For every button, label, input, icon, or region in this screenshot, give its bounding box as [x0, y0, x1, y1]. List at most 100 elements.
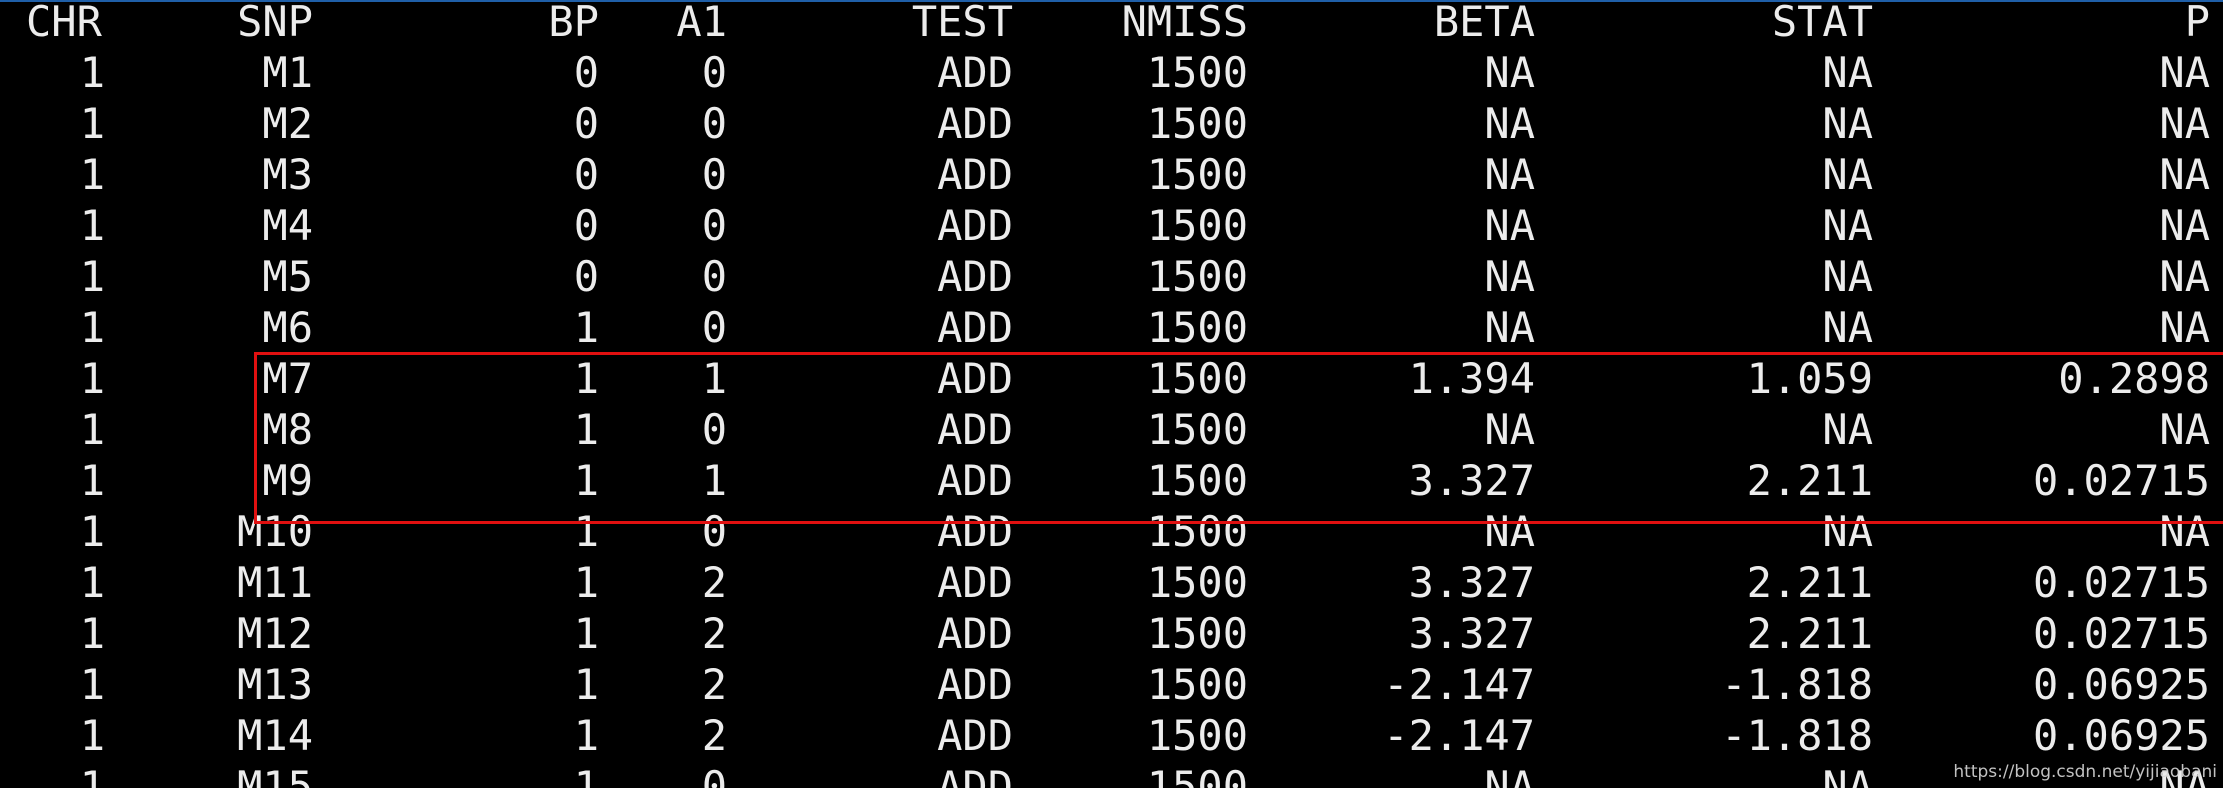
cell-a1: 1 [701, 354, 727, 403]
cell-stat: -1.818 [1721, 660, 1873, 709]
cell-test: ADD [937, 456, 1013, 505]
cell-p: 0.06925 [2032, 711, 2210, 760]
cell-beta: NA [1484, 150, 1535, 199]
cell-chr: 1 [79, 99, 105, 148]
table-row: 1 M5 0 0 ADD 1500 NA NA NA [0, 251, 2223, 302]
cell-nmiss: 1500 [1146, 660, 1248, 709]
cell-nmiss: 1500 [1146, 405, 1248, 454]
cell-chr: 1 [79, 150, 105, 199]
table-row: 1 M7 1 1 ADD 1500 1.394 1.059 0.2898 [0, 353, 2223, 404]
cell-nmiss: 1500 [1146, 99, 1248, 148]
header-snp: SNP [237, 0, 313, 46]
cell-chr: 1 [79, 507, 105, 556]
cell-snp: M2 [262, 99, 313, 148]
cell-snp: M3 [262, 150, 313, 199]
cell-snp: M7 [262, 354, 313, 403]
cell-chr: 1 [79, 303, 105, 352]
cell-stat: NA [1822, 201, 1873, 250]
terminal-output[interactable]: CHR SNP BP A1 TEST NMISS BETA STAT P 1 M1… [0, 0, 2223, 788]
cell-beta: 3.327 [1408, 558, 1535, 607]
cell-test: ADD [937, 48, 1013, 97]
cell-snp: M12 [237, 609, 313, 658]
cell-nmiss: 1500 [1146, 303, 1248, 352]
cell-chr: 1 [79, 558, 105, 607]
cell-test: ADD [937, 354, 1013, 403]
cell-a1: 0 [701, 252, 727, 301]
cell-chr: 1 [79, 252, 105, 301]
cell-test: ADD [937, 201, 1013, 250]
cell-a1: 0 [701, 405, 727, 454]
cell-beta: NA [1484, 99, 1535, 148]
cell-beta: NA [1484, 405, 1535, 454]
cell-bp: 1 [573, 762, 599, 788]
cell-p: NA [2159, 303, 2210, 352]
cell-stat: NA [1822, 303, 1873, 352]
header-p: P [2184, 0, 2210, 46]
cell-test: ADD [937, 252, 1013, 301]
cell-bp: 0 [573, 201, 599, 250]
cell-beta: NA [1484, 507, 1535, 556]
cell-stat: NA [1822, 762, 1873, 788]
cell-test: ADD [937, 150, 1013, 199]
cell-test: ADD [937, 558, 1013, 607]
cell-beta: NA [1484, 762, 1535, 788]
cell-a1: 2 [701, 609, 727, 658]
cell-p: NA [2159, 507, 2210, 556]
cell-chr: 1 [79, 405, 105, 454]
cell-stat: NA [1822, 405, 1873, 454]
table-row: 1 M11 1 2 ADD 1500 3.327 2.211 0.02715 [0, 557, 2223, 608]
cell-bp: 1 [573, 660, 599, 709]
cell-a1: 0 [701, 303, 727, 352]
table-row: 1 M15 1 0 ADD 1500 NA NA NA [0, 761, 2223, 788]
cell-nmiss: 1500 [1146, 354, 1248, 403]
cell-snp: M10 [237, 507, 313, 556]
cell-stat: 2.211 [1746, 609, 1873, 658]
cell-beta: 3.327 [1408, 609, 1535, 658]
cell-stat: 1.059 [1746, 354, 1873, 403]
table-row: 1 M13 1 2 ADD 1500 -2.147 -1.818 0.06925 [0, 659, 2223, 710]
header-beta: BETA [1433, 0, 1535, 46]
cell-bp: 0 [573, 150, 599, 199]
cell-a1: 0 [701, 507, 727, 556]
cell-bp: 1 [573, 456, 599, 505]
table-row: 1 M9 1 1 ADD 1500 3.327 2.211 0.02715 [0, 455, 2223, 506]
cell-bp: 1 [573, 558, 599, 607]
cell-chr: 1 [79, 762, 105, 788]
cell-beta: 3.327 [1408, 456, 1535, 505]
table-row: 1 M3 0 0 ADD 1500 NA NA NA [0, 149, 2223, 200]
cell-bp: 1 [573, 303, 599, 352]
cell-snp: M5 [262, 252, 313, 301]
table-header: CHR SNP BP A1 TEST NMISS BETA STAT P [0, 0, 2223, 47]
cell-a1: 2 [701, 558, 727, 607]
cell-p: 0.2898 [2058, 354, 2210, 403]
cell-a1: 2 [701, 711, 727, 760]
cell-bp: 1 [573, 405, 599, 454]
cell-beta: NA [1484, 201, 1535, 250]
cell-a1: 0 [701, 99, 727, 148]
cell-stat: NA [1822, 150, 1873, 199]
table-row: 1 M10 1 0 ADD 1500 NA NA NA [0, 506, 2223, 557]
cell-nmiss: 1500 [1146, 456, 1248, 505]
cell-beta: NA [1484, 252, 1535, 301]
cell-p: 0.02715 [2032, 456, 2210, 505]
cell-test: ADD [937, 762, 1013, 788]
cell-bp: 0 [573, 48, 599, 97]
cell-beta: NA [1484, 48, 1535, 97]
cell-snp: M15 [237, 762, 313, 788]
cell-snp: M13 [237, 660, 313, 709]
cell-nmiss: 1500 [1146, 609, 1248, 658]
cell-a1: 2 [701, 660, 727, 709]
cell-chr: 1 [79, 48, 105, 97]
cell-bp: 0 [573, 99, 599, 148]
cell-test: ADD [937, 99, 1013, 148]
cell-chr: 1 [79, 711, 105, 760]
cell-stat: NA [1822, 252, 1873, 301]
header-bp: BP [548, 0, 599, 46]
cell-test: ADD [937, 660, 1013, 709]
header-chr: CHR [26, 0, 102, 46]
cell-beta: -2.147 [1383, 660, 1535, 709]
cell-bp: 1 [573, 354, 599, 403]
cell-a1: 0 [701, 762, 727, 788]
header-test: TEST [911, 0, 1013, 46]
cell-a1: 1 [701, 456, 727, 505]
